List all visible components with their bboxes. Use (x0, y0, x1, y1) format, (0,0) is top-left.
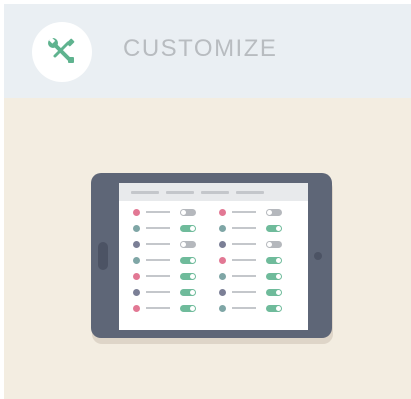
setting-label-line (146, 259, 170, 261)
setting-label-line (146, 243, 170, 245)
tablet-screen (119, 183, 308, 330)
setting-label-line (232, 243, 256, 245)
status-dot (133, 273, 140, 280)
toggle-knob (276, 274, 281, 279)
setting-toggle[interactable] (266, 289, 282, 296)
toggle-knob (276, 306, 281, 311)
status-dot (133, 289, 140, 296)
icon-badge (32, 22, 92, 82)
customize-card: CUSTOMIZE (4, 4, 411, 399)
setting-label-line (146, 275, 170, 277)
toggle-knob (190, 258, 195, 263)
toggle-knob (267, 210, 272, 215)
status-dot (219, 241, 226, 248)
setting-toggle[interactable] (266, 257, 282, 264)
toggle-knob (190, 274, 195, 279)
screen-tab-bar (119, 183, 308, 201)
setting-label-line (146, 227, 170, 229)
screen-tab[interactable] (236, 191, 264, 194)
page-title: CUSTOMIZE (123, 35, 278, 62)
setting-toggle[interactable] (266, 209, 282, 216)
screen-tab[interactable] (131, 191, 159, 194)
setting-toggle[interactable] (180, 257, 196, 264)
setting-toggle[interactable] (180, 289, 196, 296)
header: CUSTOMIZE (4, 4, 411, 98)
status-dot (133, 305, 140, 312)
status-dot (219, 305, 226, 312)
toggle-knob (190, 290, 195, 295)
toggle-knob (181, 210, 186, 215)
tablet-camera (314, 252, 322, 260)
setting-toggle[interactable] (266, 305, 282, 312)
setting-toggle[interactable] (266, 273, 282, 280)
setting-label-line (232, 275, 256, 277)
setting-toggle[interactable] (180, 241, 196, 248)
status-dot (133, 225, 140, 232)
status-dot (133, 257, 140, 264)
setting-toggle[interactable] (266, 225, 282, 232)
setting-toggle[interactable] (266, 241, 282, 248)
toggle-knob (267, 242, 272, 247)
setting-label-line (232, 259, 256, 261)
toggle-knob (276, 258, 281, 263)
setting-label-line (146, 211, 170, 213)
toggle-knob (181, 242, 186, 247)
tools-icon (48, 37, 75, 63)
toggle-knob (190, 306, 195, 311)
setting-label-line (146, 291, 170, 293)
status-dot (133, 209, 140, 216)
toggle-knob (276, 290, 281, 295)
toggle-knob (276, 226, 281, 231)
status-dot (219, 257, 226, 264)
status-dot (133, 241, 140, 248)
setting-toggle[interactable] (180, 225, 196, 232)
setting-toggle[interactable] (180, 305, 196, 312)
tablet-home-button (98, 242, 108, 270)
status-dot (219, 225, 226, 232)
setting-toggle[interactable] (180, 209, 196, 216)
status-dot (219, 289, 226, 296)
setting-toggle[interactable] (180, 273, 196, 280)
setting-label-line (232, 307, 256, 309)
tablet (91, 173, 332, 338)
setting-label-line (146, 307, 170, 309)
screen-tab[interactable] (201, 191, 229, 194)
status-dot (219, 273, 226, 280)
status-dot (219, 209, 226, 216)
screen-tab[interactable] (166, 191, 194, 194)
setting-label-line (232, 291, 256, 293)
setting-label-line (232, 227, 256, 229)
toggle-knob (190, 226, 195, 231)
setting-label-line (232, 211, 256, 213)
